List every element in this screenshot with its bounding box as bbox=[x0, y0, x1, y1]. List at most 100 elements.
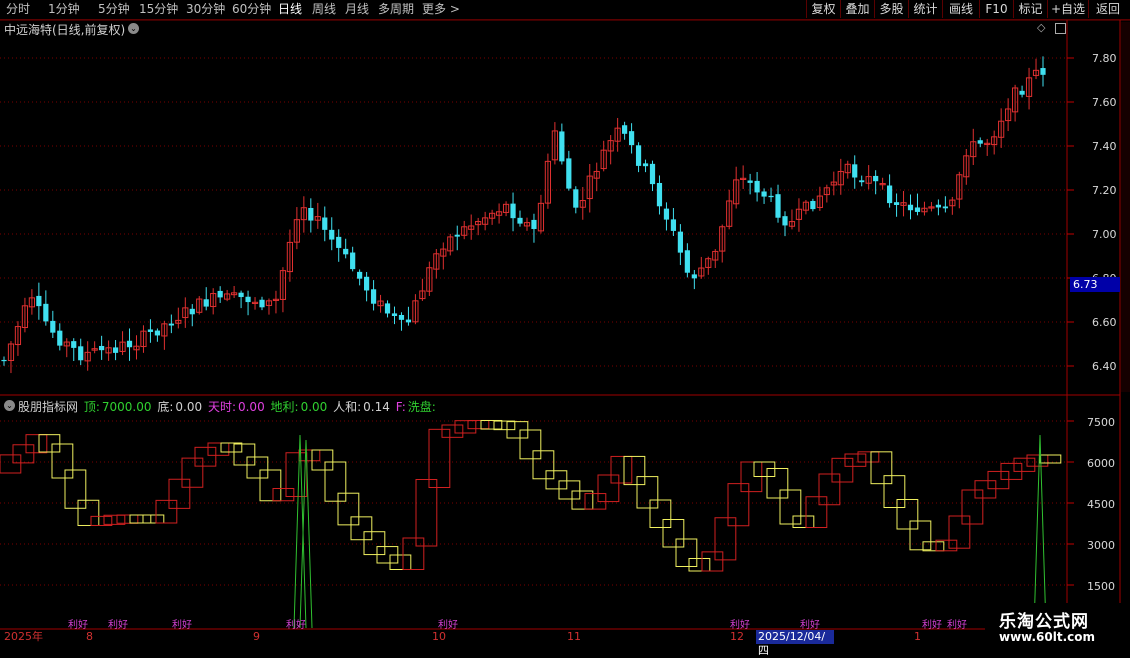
indicator-step-box bbox=[441, 424, 464, 438]
indicator-step-box bbox=[25, 434, 48, 454]
watermark-logo: 乐淘公式网 www.60lt.com bbox=[985, 603, 1130, 650]
indicator-step-box bbox=[129, 514, 152, 524]
indicator-step-box bbox=[337, 492, 360, 526]
candle-body bbox=[238, 292, 244, 298]
candle-body bbox=[147, 329, 154, 332]
candle-body bbox=[203, 299, 209, 307]
indicator-step-box bbox=[532, 450, 555, 480]
candle-body bbox=[914, 207, 921, 212]
candle-body bbox=[370, 289, 377, 304]
candle-body bbox=[99, 345, 105, 351]
ind-tick-7500: 7500 bbox=[1087, 416, 1115, 429]
time-label-jan: 1 bbox=[914, 630, 921, 643]
indicator-step-box bbox=[363, 531, 386, 556]
indicator-step-box bbox=[1026, 454, 1049, 467]
indicator-step-box bbox=[142, 514, 165, 524]
candle-body bbox=[245, 296, 251, 303]
indicator-step-box bbox=[753, 461, 776, 477]
signal-marker: 利好 bbox=[172, 619, 192, 631]
candle-body bbox=[322, 217, 328, 230]
price-grid bbox=[0, 57, 1074, 367]
candle-body bbox=[677, 231, 683, 253]
indicator-step-box bbox=[805, 496, 828, 528]
date-cursor-text: 2025/12/04/四 bbox=[758, 630, 826, 657]
indicator-step-box bbox=[467, 419, 490, 430]
indicator-spike bbox=[305, 439, 313, 629]
candle-body bbox=[57, 330, 63, 346]
candle-body bbox=[942, 206, 948, 209]
price-tick-660: 6.60 bbox=[1092, 316, 1117, 329]
indicator-step-box bbox=[649, 499, 672, 528]
kline-chart[interactable]: 7.80 7.60 7.40 7.20 7.00 6.80 6.60 6.40 … bbox=[0, 0, 1130, 650]
field-top-label: 顶: bbox=[83, 400, 100, 414]
indicator-step-box bbox=[974, 480, 997, 499]
indicator-step-box bbox=[818, 473, 841, 506]
field-bottom-value: 0.00 bbox=[175, 400, 203, 414]
field-bottom-label: 底: bbox=[157, 400, 174, 414]
indicator-step-box bbox=[883, 475, 906, 508]
indicator-step-box bbox=[857, 451, 880, 463]
candle-body bbox=[622, 125, 628, 134]
candle-body bbox=[357, 271, 363, 279]
candle-body bbox=[886, 185, 893, 204]
indicator-step-box bbox=[701, 551, 724, 572]
candle-body bbox=[691, 274, 697, 279]
indicator-step-box bbox=[909, 520, 932, 551]
indicator-step-box bbox=[272, 488, 295, 502]
field-tianshi-value: 0.00 bbox=[237, 400, 265, 414]
signal-marker: 利好 bbox=[286, 619, 306, 631]
indicator-spikes bbox=[293, 434, 1047, 629]
candle-body bbox=[642, 163, 649, 167]
ind-tick-3000: 3000 bbox=[1087, 539, 1115, 552]
indicator-step-box bbox=[519, 429, 542, 460]
indicator-step-box bbox=[688, 558, 711, 572]
indicator-step-box bbox=[961, 489, 984, 525]
candlestick-series bbox=[1, 56, 1046, 374]
time-label-aug: 8 bbox=[86, 630, 93, 643]
candle-body bbox=[761, 191, 767, 197]
candle-body bbox=[259, 299, 265, 308]
candle-body bbox=[531, 219, 537, 229]
candle-body bbox=[782, 216, 788, 226]
candle-body bbox=[573, 189, 579, 208]
field-dili-value: 0.00 bbox=[300, 400, 328, 414]
indicator-step-box bbox=[389, 554, 412, 570]
candle-body bbox=[217, 290, 223, 298]
price-tick-720: 7.20 bbox=[1092, 184, 1117, 197]
indicator-step-box bbox=[779, 489, 802, 525]
indicator-step-box bbox=[155, 499, 178, 524]
candle-body bbox=[775, 194, 781, 218]
time-label-2025: 2025年 bbox=[4, 630, 43, 643]
candle-body bbox=[36, 295, 42, 307]
candle-body bbox=[684, 250, 690, 273]
indicator-name: 股朋指标网 bbox=[18, 400, 79, 414]
signal-marker: 利好 bbox=[947, 619, 967, 631]
ind-tick-1500: 1500 bbox=[1087, 580, 1115, 593]
candle-body bbox=[336, 236, 342, 248]
date-cursor-label: 2025/12/04/四 bbox=[756, 630, 834, 657]
candle-body bbox=[71, 341, 77, 348]
candle-body bbox=[112, 347, 119, 353]
indicator-step-box bbox=[623, 455, 646, 486]
field-renhe-label: 人和: bbox=[333, 400, 362, 414]
current-price-value: 6.73 bbox=[1073, 278, 1098, 291]
indicator-menu-icon[interactable]: ⌄ bbox=[4, 400, 15, 411]
indicator-step-box bbox=[298, 449, 321, 462]
indicator-step-box bbox=[38, 434, 61, 453]
time-label-dec: 12 bbox=[730, 630, 744, 643]
indicator-step-box bbox=[168, 478, 191, 509]
indicator-step-box bbox=[831, 457, 854, 483]
indicator-step-box bbox=[675, 538, 698, 567]
candle-body bbox=[329, 229, 335, 240]
candle-body bbox=[1040, 68, 1046, 75]
indicator-step-box bbox=[116, 514, 139, 524]
indicator-step-box bbox=[428, 428, 451, 489]
indicator-step-box bbox=[493, 420, 516, 431]
price-tick-780: 7.80 bbox=[1092, 52, 1117, 65]
candle-body bbox=[189, 308, 195, 315]
candle-body bbox=[747, 180, 753, 183]
candle-body bbox=[1019, 90, 1025, 95]
candle-body bbox=[50, 320, 56, 333]
candle-body bbox=[768, 195, 774, 198]
candle-body bbox=[649, 163, 656, 185]
